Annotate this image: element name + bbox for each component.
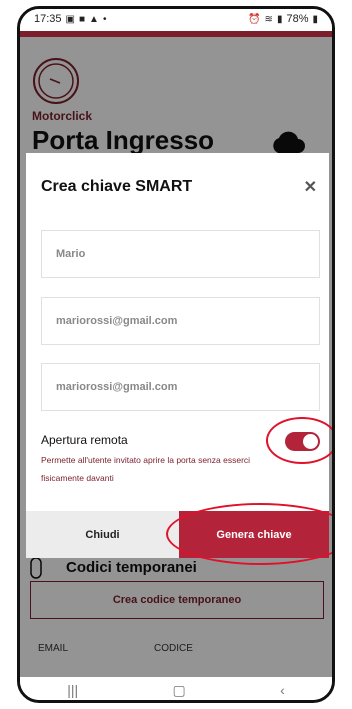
remote-opening-label: Apertura remota xyxy=(41,433,128,447)
create-smart-key-dialog: Crea chiave SMART ✕ Mario mariorossi@gma… xyxy=(26,153,332,565)
close-icon[interactable]: ✕ xyxy=(304,177,317,197)
battery-icon: ▮ xyxy=(312,13,318,25)
alarm-icon: ⏰ xyxy=(248,13,261,25)
wifi-icon: ≋ xyxy=(264,13,273,25)
notification-icon: ▲ xyxy=(89,13,99,25)
system-nav-bar: ||| ▢ ‹ xyxy=(20,677,332,700)
status-bar: 17:35 ▣ ■ ▲ • ⏰ ≋ ▮ 78% ▮ xyxy=(20,9,332,31)
back-icon[interactable]: ‹ xyxy=(280,682,285,698)
home-icon[interactable]: ▢ xyxy=(173,682,186,699)
email-field[interactable]: mariorossi@gmail.com xyxy=(41,297,320,345)
battery-level: 78% xyxy=(286,13,309,25)
highlight-ring-toggle xyxy=(266,417,332,464)
remote-opening-description: Permette all'utente invitato aprire la p… xyxy=(41,455,251,483)
phone-frame: 17:35 ▣ ■ ▲ • ⏰ ≋ ▮ 78% ▮ Motorclick Por… xyxy=(17,6,335,703)
name-field[interactable]: Mario xyxy=(41,230,320,278)
close-button[interactable]: Chiudi xyxy=(26,511,179,558)
dialog-title: Crea chiave SMART xyxy=(41,178,193,195)
dot-icon: • xyxy=(102,13,107,25)
gallery-icon: ▣ xyxy=(65,13,75,25)
email-confirm-field[interactable]: mariorossi@gmail.com xyxy=(41,363,320,411)
message-icon: ■ xyxy=(78,13,86,25)
recent-apps-icon[interactable]: ||| xyxy=(67,682,78,698)
status-time: 17:35 xyxy=(34,13,62,25)
signal-icon: ▮ xyxy=(276,13,283,25)
